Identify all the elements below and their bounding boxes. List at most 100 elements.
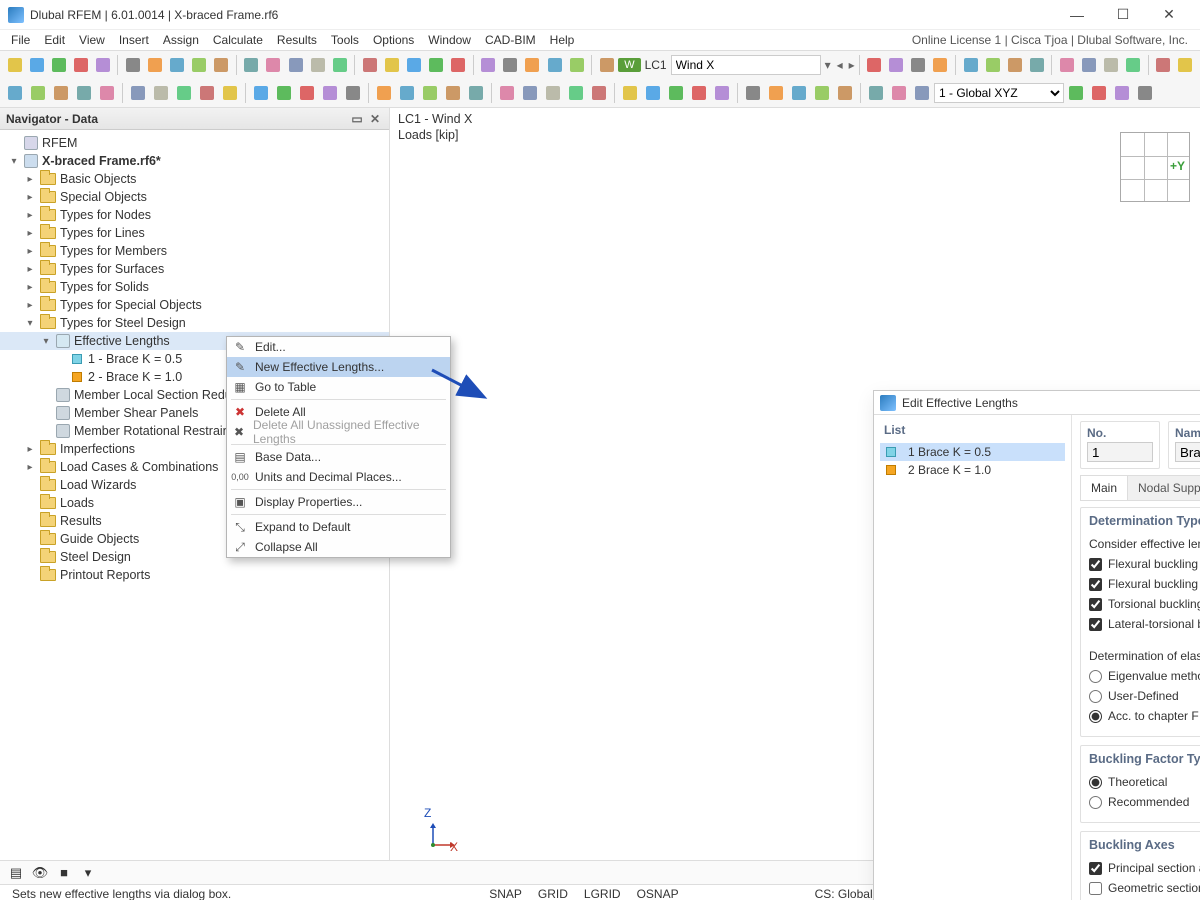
toolbar-button[interactable] xyxy=(250,82,272,104)
toolbar-button[interactable] xyxy=(1026,54,1047,76)
toolbar-button[interactable] xyxy=(519,82,541,104)
toolbar-button[interactable] xyxy=(50,82,72,104)
lc-name-field[interactable] xyxy=(671,55,821,75)
toolbar-button[interactable] xyxy=(1134,82,1156,104)
toolbar-button[interactable] xyxy=(865,82,887,104)
toolbar-button[interactable] xyxy=(1111,82,1133,104)
toolbar-button[interactable] xyxy=(359,54,380,76)
toolbar-button[interactable] xyxy=(403,54,424,76)
dialog-list-item[interactable]: 2 Brace K = 1.0 xyxy=(880,461,1065,479)
dialog-tab[interactable]: Nodal Supports & Effective Lengths xyxy=(1127,475,1200,500)
toolbar-button[interactable] xyxy=(788,82,810,104)
toolbar-button[interactable] xyxy=(381,54,402,76)
toolbar-button[interactable] xyxy=(864,54,885,76)
toolbar-button[interactable] xyxy=(542,82,564,104)
results-view-icon[interactable]: ▾ xyxy=(78,864,98,882)
toolbar-button[interactable] xyxy=(96,82,118,104)
toolbar-button[interactable] xyxy=(908,54,929,76)
context-menu-item[interactable]: ▦Go to Table xyxy=(227,377,450,397)
osnap-toggle[interactable]: OSNAP xyxy=(629,887,687,900)
toolbar-button[interactable] xyxy=(1123,54,1144,76)
toolbar-button[interactable] xyxy=(742,82,764,104)
menu-assign[interactable]: Assign xyxy=(156,31,206,49)
toolbar-button[interactable] xyxy=(596,54,617,76)
view-cube[interactable]: +Y xyxy=(1120,132,1190,202)
tree-file[interactable]: ▾X-braced Frame.rf6* xyxy=(0,152,389,170)
toolbar-button[interactable] xyxy=(419,82,441,104)
cs-select[interactable]: 1 - Global XYZ xyxy=(934,83,1064,103)
buckling-factor-radio[interactable]: Theoretical xyxy=(1089,772,1200,792)
buckling-factor-radio[interactable]: Recommended xyxy=(1089,792,1200,812)
dialog-tab[interactable]: Main xyxy=(1080,475,1128,500)
menu-help[interactable]: Help xyxy=(543,31,582,49)
toolbar-button[interactable] xyxy=(930,54,951,76)
det-check[interactable]: Torsional buckling xyxy=(1089,594,1200,614)
toolbar-button[interactable] xyxy=(196,82,218,104)
toolbar-button[interactable] xyxy=(834,82,856,104)
det-check[interactable]: Flexural buckling about y/u (major axis) xyxy=(1089,554,1200,574)
moment-radio[interactable]: User-Defined xyxy=(1089,686,1200,706)
toolbar-button[interactable] xyxy=(1175,54,1196,76)
tree-item[interactable]: ▸Types for Lines xyxy=(0,224,389,242)
menu-edit[interactable]: Edit xyxy=(37,31,72,49)
toolbar-button[interactable] xyxy=(565,82,587,104)
toolbar-button[interactable] xyxy=(765,82,787,104)
toolbar-button[interactable] xyxy=(73,82,95,104)
toolbar-button[interactable] xyxy=(127,82,149,104)
tree-item[interactable]: ▸Types for Members xyxy=(0,242,389,260)
toolbar-button[interactable] xyxy=(307,54,328,76)
toolbar-button[interactable] xyxy=(642,82,664,104)
toolbar-button[interactable] xyxy=(1004,54,1025,76)
dialog-list-item[interactable]: 1 Brace K = 0.5 xyxy=(880,443,1065,461)
lc-next-icon[interactable]: ▸ xyxy=(849,58,855,72)
moment-radio[interactable]: Acc. to chapter F xyxy=(1089,706,1200,726)
toolbar-button[interactable] xyxy=(145,54,166,76)
toolbar-button[interactable] xyxy=(544,54,565,76)
toolbar-button[interactable] xyxy=(26,54,47,76)
viewport[interactable]: LC1 - Wind X Loads [kip] +Y Z X Edit Eff… xyxy=(390,108,1200,860)
toolbar-button[interactable] xyxy=(1056,54,1077,76)
toolbar-button[interactable] xyxy=(465,82,487,104)
toolbar-button[interactable] xyxy=(619,82,641,104)
toolbar-button[interactable] xyxy=(342,82,364,104)
toolbar-button[interactable] xyxy=(4,54,25,76)
toolbar-button[interactable] xyxy=(665,82,687,104)
toolbar-button[interactable] xyxy=(92,54,113,76)
context-menu-item[interactable]: ⤢Collapse All xyxy=(227,537,450,557)
toolbar-button[interactable] xyxy=(173,82,195,104)
det-check[interactable]: Lateral-torsional buckling xyxy=(1089,614,1200,634)
menu-file[interactable]: File xyxy=(4,31,37,49)
toolbar-button[interactable] xyxy=(70,54,91,76)
toolbar-button[interactable] xyxy=(1078,54,1099,76)
toolbar-button[interactable] xyxy=(296,82,318,104)
context-menu-item[interactable]: 0,00Units and Decimal Places... xyxy=(227,467,450,487)
tree-root[interactable]: RFEM xyxy=(0,134,389,152)
display-view-icon[interactable]: 👁 xyxy=(30,864,50,882)
toolbar-button[interactable] xyxy=(150,82,172,104)
buckling-axes-check[interactable]: Geometric section axes y and z xyxy=(1089,878,1200,898)
toolbar-button[interactable] xyxy=(4,82,26,104)
context-menu-item[interactable]: ▤Base Data... xyxy=(227,447,450,467)
toolbar-button[interactable] xyxy=(319,82,341,104)
toolbar-button[interactable] xyxy=(167,54,188,76)
maximize-button[interactable]: ☐ xyxy=(1100,0,1146,30)
tree-item[interactable]: ▸Basic Objects xyxy=(0,170,389,188)
undock-icon[interactable]: ▭ xyxy=(349,112,365,126)
menu-calculate[interactable]: Calculate xyxy=(206,31,270,49)
toolbar-button[interactable] xyxy=(448,54,469,76)
menu-results[interactable]: Results xyxy=(270,31,324,49)
lc-dropdown-icon[interactable]: ▾ xyxy=(825,58,831,72)
toolbar-button[interactable] xyxy=(396,82,418,104)
toolbar-button[interactable] xyxy=(500,54,521,76)
det-check[interactable]: Flexural buckling about z/v (minor axis) xyxy=(1089,574,1200,594)
toolbar-button[interactable] xyxy=(478,54,499,76)
toolbar-button[interactable] xyxy=(566,54,587,76)
views-icon[interactable]: ■ xyxy=(54,864,74,882)
toolbar-button[interactable] xyxy=(1153,54,1174,76)
toolbar-button[interactable] xyxy=(496,82,518,104)
tree-item[interactable]: ▸Types for Nodes xyxy=(0,206,389,224)
toolbar-button[interactable] xyxy=(273,82,295,104)
grid-toggle[interactable]: GRID xyxy=(530,887,576,900)
tree-steel-design[interactable]: ▾Types for Steel Design xyxy=(0,314,389,332)
snap-toggle[interactable]: SNAP xyxy=(481,887,530,900)
